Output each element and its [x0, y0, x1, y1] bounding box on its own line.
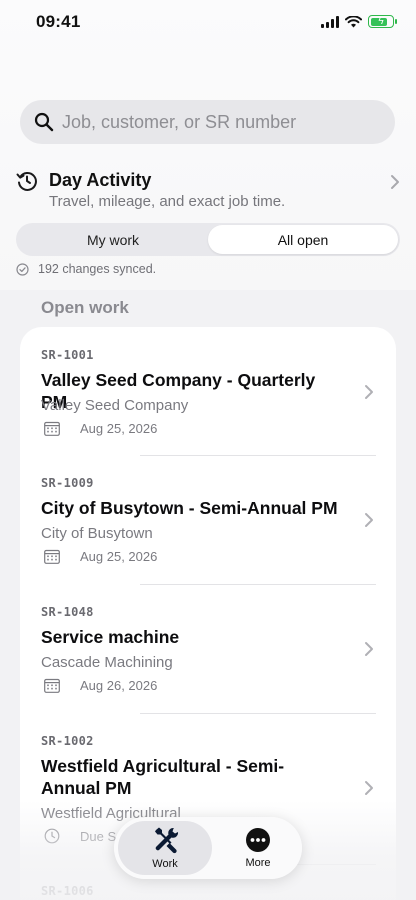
clock-icon [44, 828, 60, 844]
chevron-right-icon [365, 513, 373, 527]
day-activity-row[interactable]: Day Activity Travel, mileage, and exact … [16, 168, 404, 214]
cellular-signal-icon [321, 15, 339, 28]
chevron-right-icon [365, 642, 373, 656]
job-sr-number: SR-1001 [41, 348, 94, 362]
battery-icon: ϟ [368, 15, 397, 28]
search-bar[interactable] [20, 100, 395, 144]
calendar-icon [44, 678, 60, 693]
tab-more-label: More [245, 857, 271, 869]
work-filter-segmented-control: My work All open [16, 223, 400, 256]
job-sr-number: SR-1002 [41, 734, 94, 748]
job-customer: City of Busytown [41, 525, 153, 542]
calendar-icon [44, 421, 60, 436]
chevron-right-icon [391, 175, 399, 189]
job-title: Service machine [41, 627, 180, 647]
job-row[interactable]: SR-1009 City of Busytown - Semi-Annual P… [20, 456, 396, 584]
chevron-right-icon [365, 781, 373, 795]
job-title: Westfield Agricultural - Semi-Annual PM [41, 756, 285, 798]
job-sr-number: SR-1009 [41, 476, 94, 490]
search-icon [34, 112, 54, 132]
tab-bar: Work More [114, 817, 302, 879]
job-date: Due S [80, 828, 117, 844]
job-customer: Cascade Machining [41, 654, 173, 671]
status-time: 09:41 [36, 12, 81, 31]
segment-my-work[interactable]: My work [18, 225, 208, 254]
job-date: Aug 25, 2026 [80, 549, 158, 564]
tab-work[interactable]: Work [118, 821, 212, 875]
job-date: Aug 26, 2026 [80, 678, 158, 693]
check-circle-icon [16, 262, 29, 276]
tab-more[interactable]: More [218, 821, 298, 875]
job-row[interactable]: SR-1048 Service machine Cascade Machinin… [20, 585, 396, 713]
sync-status: 192 changes synced. [16, 262, 156, 276]
tab-work-label: Work [152, 858, 178, 870]
job-sr-number: SR-1048 [41, 605, 94, 619]
wifi-icon [345, 15, 362, 27]
day-activity-subtitle: Travel, mileage, and exact job time. [49, 193, 286, 210]
sync-text: 192 changes synced. [38, 262, 157, 276]
job-row[interactable]: SR-1001 Valley Seed Company - Quarterly … [20, 327, 396, 455]
day-activity-title: Day Activity [49, 170, 152, 190]
job-date: Aug 25, 2026 [80, 421, 158, 436]
chevron-right-icon [365, 385, 373, 399]
job-sr-number: SR-1006 [41, 884, 94, 898]
tools-icon [155, 827, 179, 854]
status-icons: ϟ [321, 15, 397, 28]
open-work-list: SR-1001 Valley Seed Company - Quarterly … [20, 327, 396, 900]
job-date-row: Aug 26, 2026 [44, 678, 157, 693]
more-icon [246, 828, 270, 852]
job-date-row: Aug 25, 2026 [44, 421, 157, 436]
job-date-row: Aug 25, 2026 [44, 549, 157, 564]
history-clock-icon [16, 172, 37, 191]
job-title: City of Busytown - Semi-Annual PM [41, 498, 338, 518]
job-date-row: Due S [44, 828, 116, 844]
section-title: Open work [41, 298, 129, 317]
status-bar: 09:41 ϟ [0, 0, 416, 46]
job-customer: Valley Seed Company [41, 397, 189, 414]
segment-all-open[interactable]: All open [208, 225, 398, 254]
search-input[interactable] [62, 111, 362, 133]
calendar-icon [44, 549, 60, 564]
